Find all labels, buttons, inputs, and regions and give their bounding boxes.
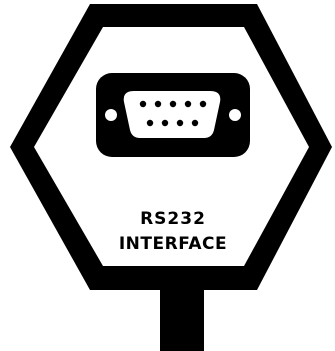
mounting-hole-right bbox=[229, 109, 241, 121]
rs232-interface-sign: RS232 INTERFACE bbox=[0, 0, 335, 351]
sign-label-line2: INTERFACE bbox=[119, 234, 227, 254]
mounting-hole-left bbox=[105, 109, 117, 121]
sign-graphic: RS232 INTERFACE bbox=[10, 4, 332, 351]
sign-label-line1: RS232 bbox=[140, 209, 206, 229]
db9-serial-connector-icon bbox=[96, 73, 250, 157]
connector-d-face bbox=[123, 91, 221, 138]
